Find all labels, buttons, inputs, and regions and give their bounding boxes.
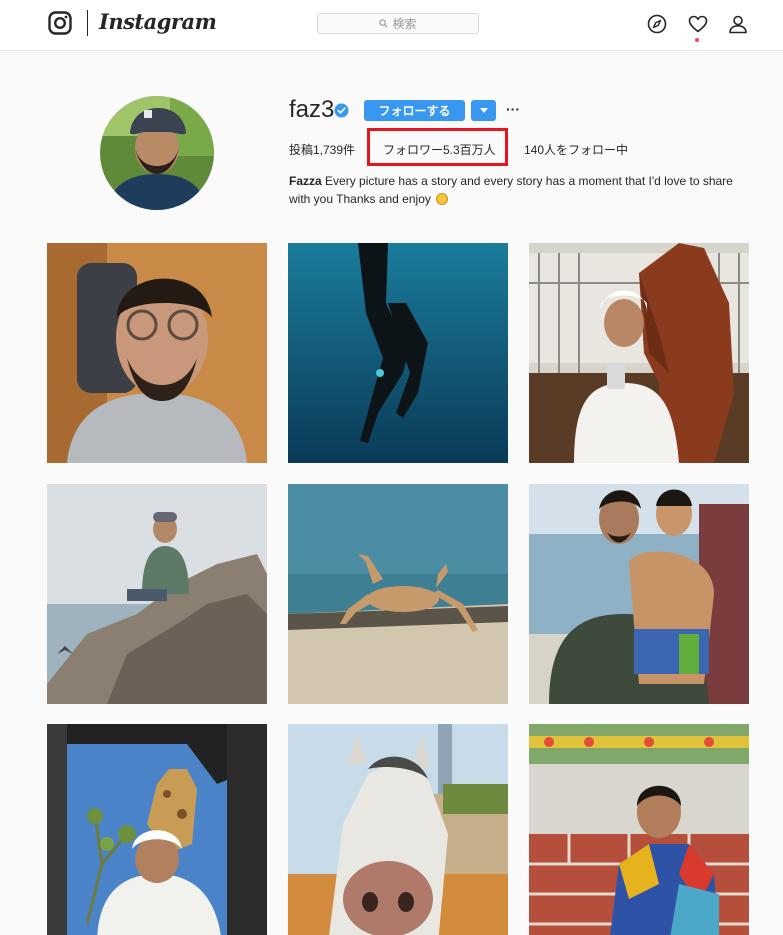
ellipsis-icon[interactable]: ··· xyxy=(505,100,521,121)
post-thumbnail[interactable] xyxy=(529,243,749,463)
magnifier-icon xyxy=(379,19,389,28)
profile-avatar[interactable] xyxy=(100,96,214,210)
instagram-wordmark[interactable]: Instagram xyxy=(99,9,217,34)
post-thumbnail[interactable] xyxy=(47,484,267,704)
compass-icon[interactable] xyxy=(646,13,668,35)
profile-bio: Fazza Every picture has a story and ever… xyxy=(289,172,739,208)
post-thumbnail[interactable] xyxy=(529,724,749,935)
profile-username: faz3 xyxy=(289,96,335,123)
logo-divider xyxy=(87,10,88,36)
caret-down-icon xyxy=(479,107,488,113)
person-icon[interactable] xyxy=(727,13,749,35)
heart-icon[interactable] xyxy=(687,13,709,35)
post-thumbnail[interactable] xyxy=(47,724,267,935)
post-thumbnail[interactable] xyxy=(288,484,508,704)
search-placeholder: 検索 xyxy=(392,17,417,31)
bio-name: Fazza xyxy=(289,174,322,188)
follow-button[interactable]: フォローする xyxy=(364,100,465,121)
suggestions-dropdown-button[interactable] xyxy=(471,100,496,121)
post-thumbnail[interactable] xyxy=(529,484,749,704)
bio-text: Every picture has a story and every stor… xyxy=(289,174,733,206)
search-input[interactable]: 検索 xyxy=(317,13,479,34)
following-count[interactable]: 140人をフォロー中 xyxy=(524,141,628,158)
followers-highlight-box xyxy=(367,128,508,166)
posts-count: 投稿1,739件 xyxy=(289,143,356,157)
post-thumbnail[interactable] xyxy=(288,724,508,935)
post-thumbnail[interactable] xyxy=(47,243,267,463)
instagram-glyph-icon[interactable] xyxy=(48,11,72,35)
top-navigation-bar: Instagram 検索 xyxy=(0,0,783,51)
post-thumbnail[interactable] xyxy=(288,243,508,463)
verified-badge-icon xyxy=(334,103,349,118)
notification-dot xyxy=(695,38,699,42)
smiley-emoji-icon xyxy=(436,193,449,205)
